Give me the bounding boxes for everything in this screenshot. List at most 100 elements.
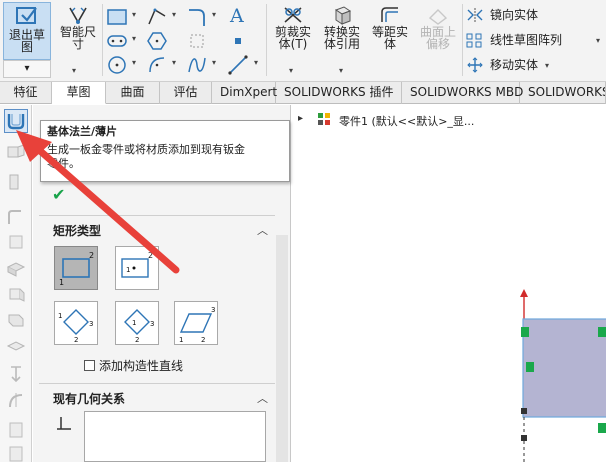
- graphics-area[interactable]: ▸ 零件1 (默认<<默认>_显...: [292, 105, 606, 462]
- offset-label-2: 体: [383, 37, 396, 51]
- annotation-arrow: [16, 130, 180, 274]
- linear-pattern-button[interactable]: 线性草图阵列: [466, 31, 562, 48]
- move-dropdown[interactable]: ▾: [545, 61, 549, 70]
- ribbon-separator: [462, 4, 463, 76]
- svg-text:3: 3: [150, 320, 154, 328]
- exit-sketch-icon: [16, 7, 37, 24]
- svg-text:2: 2: [135, 336, 139, 344]
- svg-text:1: 1: [132, 319, 136, 327]
- trim-entities-button[interactable]: 剪裁实 体(T): [271, 4, 315, 50]
- move-icon: [467, 56, 483, 73]
- smart-dimension-icon: [69, 7, 87, 24]
- exit-sketch-dropdown[interactable]: ▾: [3, 60, 51, 78]
- tab-surfaces[interactable]: 曲面: [106, 82, 160, 104]
- flatten-icon[interactable]: [6, 421, 26, 439]
- section-divider: [39, 383, 275, 384]
- 3point-center-rectangle-icon: 1 3 2: [124, 309, 154, 344]
- sketch-point: [521, 408, 527, 414]
- parallelogram-button[interactable]: 3 1 2: [174, 301, 218, 345]
- svg-text:2: 2: [74, 336, 78, 344]
- svg-text:A: A: [229, 5, 244, 26]
- sketch-rectangle-view: [520, 289, 606, 462]
- smart-dimension-dropdown[interactable]: ▾: [72, 66, 76, 75]
- convert-entities-icon: [334, 6, 352, 25]
- sketch-point: [598, 327, 606, 337]
- command-manager-tabs: 特征 草图 曲面 评估 DimXpert SOLIDWORKS 插件 SOLID…: [0, 82, 606, 104]
- smart-dimension-button[interactable]: 智能尺 寸: [56, 4, 100, 50]
- 3point-corner-rectangle-button[interactable]: 1 3 2: [54, 301, 98, 345]
- tab-evaluate[interactable]: 评估: [160, 82, 212, 104]
- offset-entities-button[interactable]: 等距实 体: [368, 4, 412, 50]
- tab-solidworks-addins[interactable]: SOLIDWORKS 插件: [276, 82, 402, 104]
- tab-solidworks-mbd[interactable]: SOLIDWORKS MBD: [402, 82, 523, 104]
- spline-icon[interactable]: [146, 6, 168, 28]
- svg-text:2: 2: [201, 336, 205, 344]
- trim-label-2: 体(T): [278, 37, 308, 51]
- svg-text:1: 1: [58, 312, 62, 320]
- circle-icon[interactable]: [106, 54, 128, 76]
- rectangle-icon[interactable]: [106, 6, 128, 28]
- convert-entities-button[interactable]: 转换实 体引用: [317, 4, 367, 50]
- no-bends-icon[interactable]: [6, 445, 26, 463]
- offset-on-surface-button[interactable]: 曲面上 偏移: [414, 4, 462, 50]
- cross-break-icon[interactable]: [6, 285, 26, 303]
- spline-curve-dropdown[interactable]: ▾: [212, 58, 216, 67]
- line-icon[interactable]: [227, 54, 249, 76]
- svg-text:1: 1: [179, 336, 183, 344]
- parallelogram-icon: 3 1 2: [179, 306, 215, 344]
- spline-curve-icon[interactable]: [186, 54, 208, 76]
- mirror-label: 镜向实体: [490, 8, 539, 22]
- relations-list[interactable]: [84, 411, 266, 462]
- arc-icon[interactable]: [146, 54, 168, 76]
- unfold-icon[interactable]: [6, 365, 26, 383]
- rectangle-dropdown[interactable]: ▾: [132, 10, 136, 19]
- smart-dimension-label-2: 寸: [71, 37, 84, 51]
- ribbon-separator: [102, 4, 103, 76]
- collapse-existing-relations[interactable]: ︿: [257, 390, 268, 406]
- part-tree-label[interactable]: 零件1 (默认<<默认>_显...: [339, 113, 474, 129]
- mirror-entities-button[interactable]: 镜向实体: [466, 6, 538, 23]
- add-construction-lines-option[interactable]: 添加构造性直线: [84, 357, 183, 374]
- tab-sketch[interactable]: 草图: [52, 82, 106, 104]
- 3point-center-rectangle-button[interactable]: 1 3 2: [115, 301, 159, 345]
- panel-scrollbar[interactable]: [276, 235, 288, 462]
- fillet-icon[interactable]: [186, 6, 208, 28]
- mirror-icon: [467, 7, 483, 22]
- rip-icon[interactable]: [6, 337, 26, 355]
- circle-dropdown[interactable]: ▾: [132, 58, 136, 67]
- slot-dropdown[interactable]: ▾: [132, 34, 136, 43]
- command-manager-ribbon: 退出草图 ▾ 智能尺 寸 ▾ ▾ ▾ ▾ A ▾ ▾ ▾ ▾ ▾ 剪裁实 体(T…: [0, 0, 606, 82]
- svg-text:3: 3: [211, 306, 215, 314]
- trim-dropdown[interactable]: ▾: [289, 66, 293, 75]
- sketch-point: [526, 362, 534, 372]
- point-icon[interactable]: [227, 30, 249, 52]
- tab-features[interactable]: 特征: [0, 82, 52, 104]
- exit-sketch-button[interactable]: 退出草图: [3, 2, 51, 60]
- fillet-dropdown[interactable]: ▾: [212, 10, 216, 19]
- linear-pattern-icon: [466, 33, 482, 47]
- linear-pattern-dropdown[interactable]: ▾: [596, 36, 600, 45]
- sketch-point: [521, 435, 527, 441]
- trim-icon: [284, 7, 302, 23]
- offset-entities-icon: [381, 7, 398, 22]
- 3point-corner-rectangle-icon: 1 3 2: [58, 309, 93, 344]
- lofted-bend-icon[interactable]: [6, 311, 26, 329]
- line-dropdown[interactable]: ▾: [254, 58, 258, 67]
- add-construction-lines-checkbox[interactable]: [84, 360, 95, 371]
- convert-dropdown[interactable]: ▾: [339, 66, 343, 75]
- offset-on-surface-icon: [428, 9, 448, 25]
- tab-solidworks-more[interactable]: SOLIDWORKS C: [520, 82, 606, 104]
- move-label: 移动实体: [490, 58, 539, 72]
- arc-dropdown[interactable]: ▾: [172, 58, 176, 67]
- move-entities-button[interactable]: 移动实体: [466, 56, 538, 73]
- fold-icon[interactable]: [6, 391, 26, 409]
- spline-dropdown[interactable]: ▾: [172, 10, 176, 19]
- tree-expand-arrow[interactable]: ▸: [298, 113, 303, 124]
- slot-icon[interactable]: [106, 30, 128, 52]
- text-icon[interactable]: A: [227, 4, 249, 26]
- tab-dimxpert[interactable]: DimXpert: [212, 82, 277, 104]
- polygon-icon[interactable]: [146, 30, 168, 52]
- plane-icon[interactable]: [186, 30, 208, 52]
- sketch-point: [521, 327, 529, 337]
- collapse-rectangle-type[interactable]: ︿: [257, 222, 268, 238]
